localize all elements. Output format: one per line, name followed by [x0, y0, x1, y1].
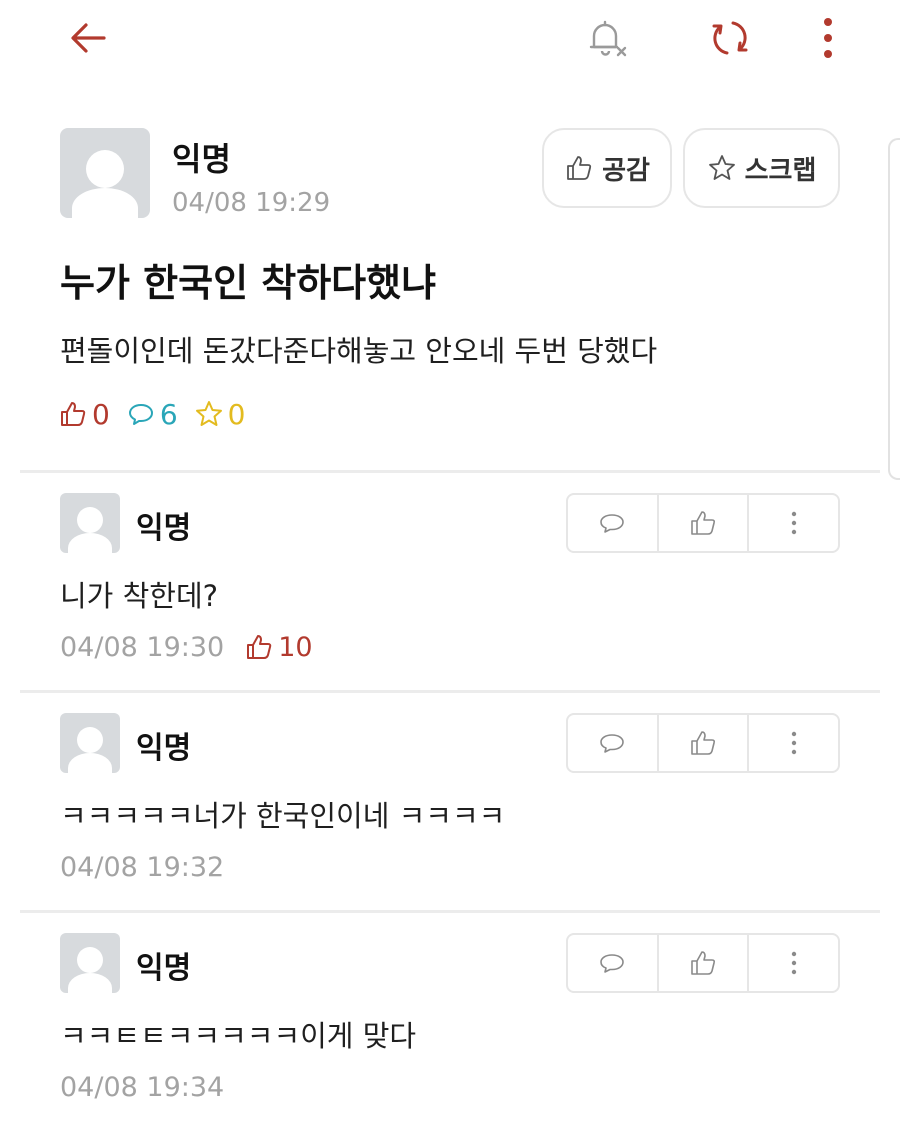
- speech-bubble-icon: [128, 404, 153, 425]
- divider: [20, 470, 880, 473]
- comment-author: 익명: [136, 951, 192, 986]
- comment-date: 04/08 19:34: [60, 1071, 225, 1103]
- comment-count: 6: [126, 398, 178, 431]
- speech-bubble-icon: [600, 514, 625, 533]
- post-body: 편돌이인데 돈갔다준다해놓고 안오네 두번 당했다: [60, 334, 658, 368]
- refresh-icon: [712, 21, 748, 55]
- refresh-button[interactable]: [702, 10, 758, 66]
- more-options-button[interactable]: [800, 10, 856, 66]
- comment-actions: [566, 933, 840, 993]
- comment-text: 니가 착한데?: [60, 579, 219, 613]
- comment-like-button[interactable]: [659, 935, 750, 991]
- bell-off-icon: [589, 20, 627, 57]
- scrap-button[interactable]: 스크랩: [683, 128, 840, 208]
- comment-text: ㅋㅋㅋㅋㅋ너가 한국인이네 ㅋㅋㅋㅋ: [60, 799, 506, 833]
- comment-date: 04/08 19:30: [60, 631, 225, 663]
- arrow-left-icon: [71, 23, 106, 53]
- thumbs-up-icon: [691, 511, 716, 535]
- scroll-indicator[interactable]: [888, 138, 900, 480]
- avatar: [60, 128, 150, 218]
- star-icon: [708, 155, 735, 180]
- comment-like-count: 10: [244, 632, 313, 663]
- comment-author: 익명: [136, 511, 192, 546]
- reply-button[interactable]: [568, 495, 659, 551]
- scrap-button-label: 스크랩: [744, 155, 817, 186]
- like-count: 0: [58, 398, 110, 431]
- comment-more-button[interactable]: [749, 495, 838, 551]
- comment-item: 익명 ㅋㅋㅋㅋㅋ너가 한국인이네 ㅋㅋㅋㅋ 04/08 19:32: [0, 713, 900, 913]
- post-title: 누가 한국인 착하다했냐: [60, 261, 437, 305]
- like-button[interactable]: 공감: [542, 128, 672, 208]
- comment-like-button[interactable]: [659, 715, 750, 771]
- speech-bubble-icon: [600, 734, 625, 753]
- comment-meta: 04/08 19:32: [60, 849, 224, 885]
- comment-more-button[interactable]: [749, 715, 838, 771]
- notification-toggle-button[interactable]: [578, 10, 634, 66]
- divider: [20, 910, 880, 913]
- avatar: [60, 933, 120, 993]
- comment-author: 익명: [136, 731, 192, 766]
- post-date: 04/08 19:29: [172, 188, 331, 218]
- comment-more-button[interactable]: [749, 935, 838, 991]
- comment-item: 익명 ㅋㅋㅌㅌㅋㅋㅋㅋㅋ이게 맞다 04/08 19:34: [0, 933, 900, 1125]
- vertical-dots-icon: [791, 951, 796, 975]
- comment-actions: [566, 493, 840, 553]
- speech-bubble-icon: [600, 954, 625, 973]
- comment-text: ㅋㅋㅌㅌㅋㅋㅋㅋㅋ이게 맞다: [60, 1019, 417, 1053]
- vertical-dots-icon: [791, 511, 796, 535]
- thumbs-up-icon: [567, 156, 592, 180]
- like-button-label: 공감: [602, 155, 650, 186]
- avatar: [60, 493, 120, 553]
- thumbs-up-icon: [247, 635, 272, 659]
- scrap-count: 0: [194, 398, 245, 431]
- post-author: 익명: [172, 140, 231, 178]
- thumbs-up-icon: [691, 951, 716, 975]
- top-bar: [0, 0, 900, 80]
- avatar: [60, 713, 120, 773]
- vertical-dots-icon: [791, 731, 796, 755]
- thumbs-up-icon: [691, 731, 716, 755]
- post-stats: 0 6 0: [58, 394, 261, 434]
- comment-date: 04/08 19:32: [60, 851, 225, 883]
- comment-item: 익명 니가 착한데? 04/08 19:30 10: [0, 493, 900, 693]
- reply-button[interactable]: [568, 935, 659, 991]
- comment-actions: [566, 713, 840, 773]
- comment-meta: 04/08 19:34: [60, 1069, 224, 1105]
- vertical-dots-icon: [824, 18, 832, 58]
- thumbs-up-icon: [61, 402, 86, 426]
- comment-like-button[interactable]: [659, 495, 750, 551]
- star-icon: [195, 401, 222, 426]
- reply-button[interactable]: [568, 715, 659, 771]
- back-button[interactable]: [60, 10, 116, 66]
- comment-meta: 04/08 19:30 10: [60, 629, 313, 665]
- divider: [20, 690, 880, 693]
